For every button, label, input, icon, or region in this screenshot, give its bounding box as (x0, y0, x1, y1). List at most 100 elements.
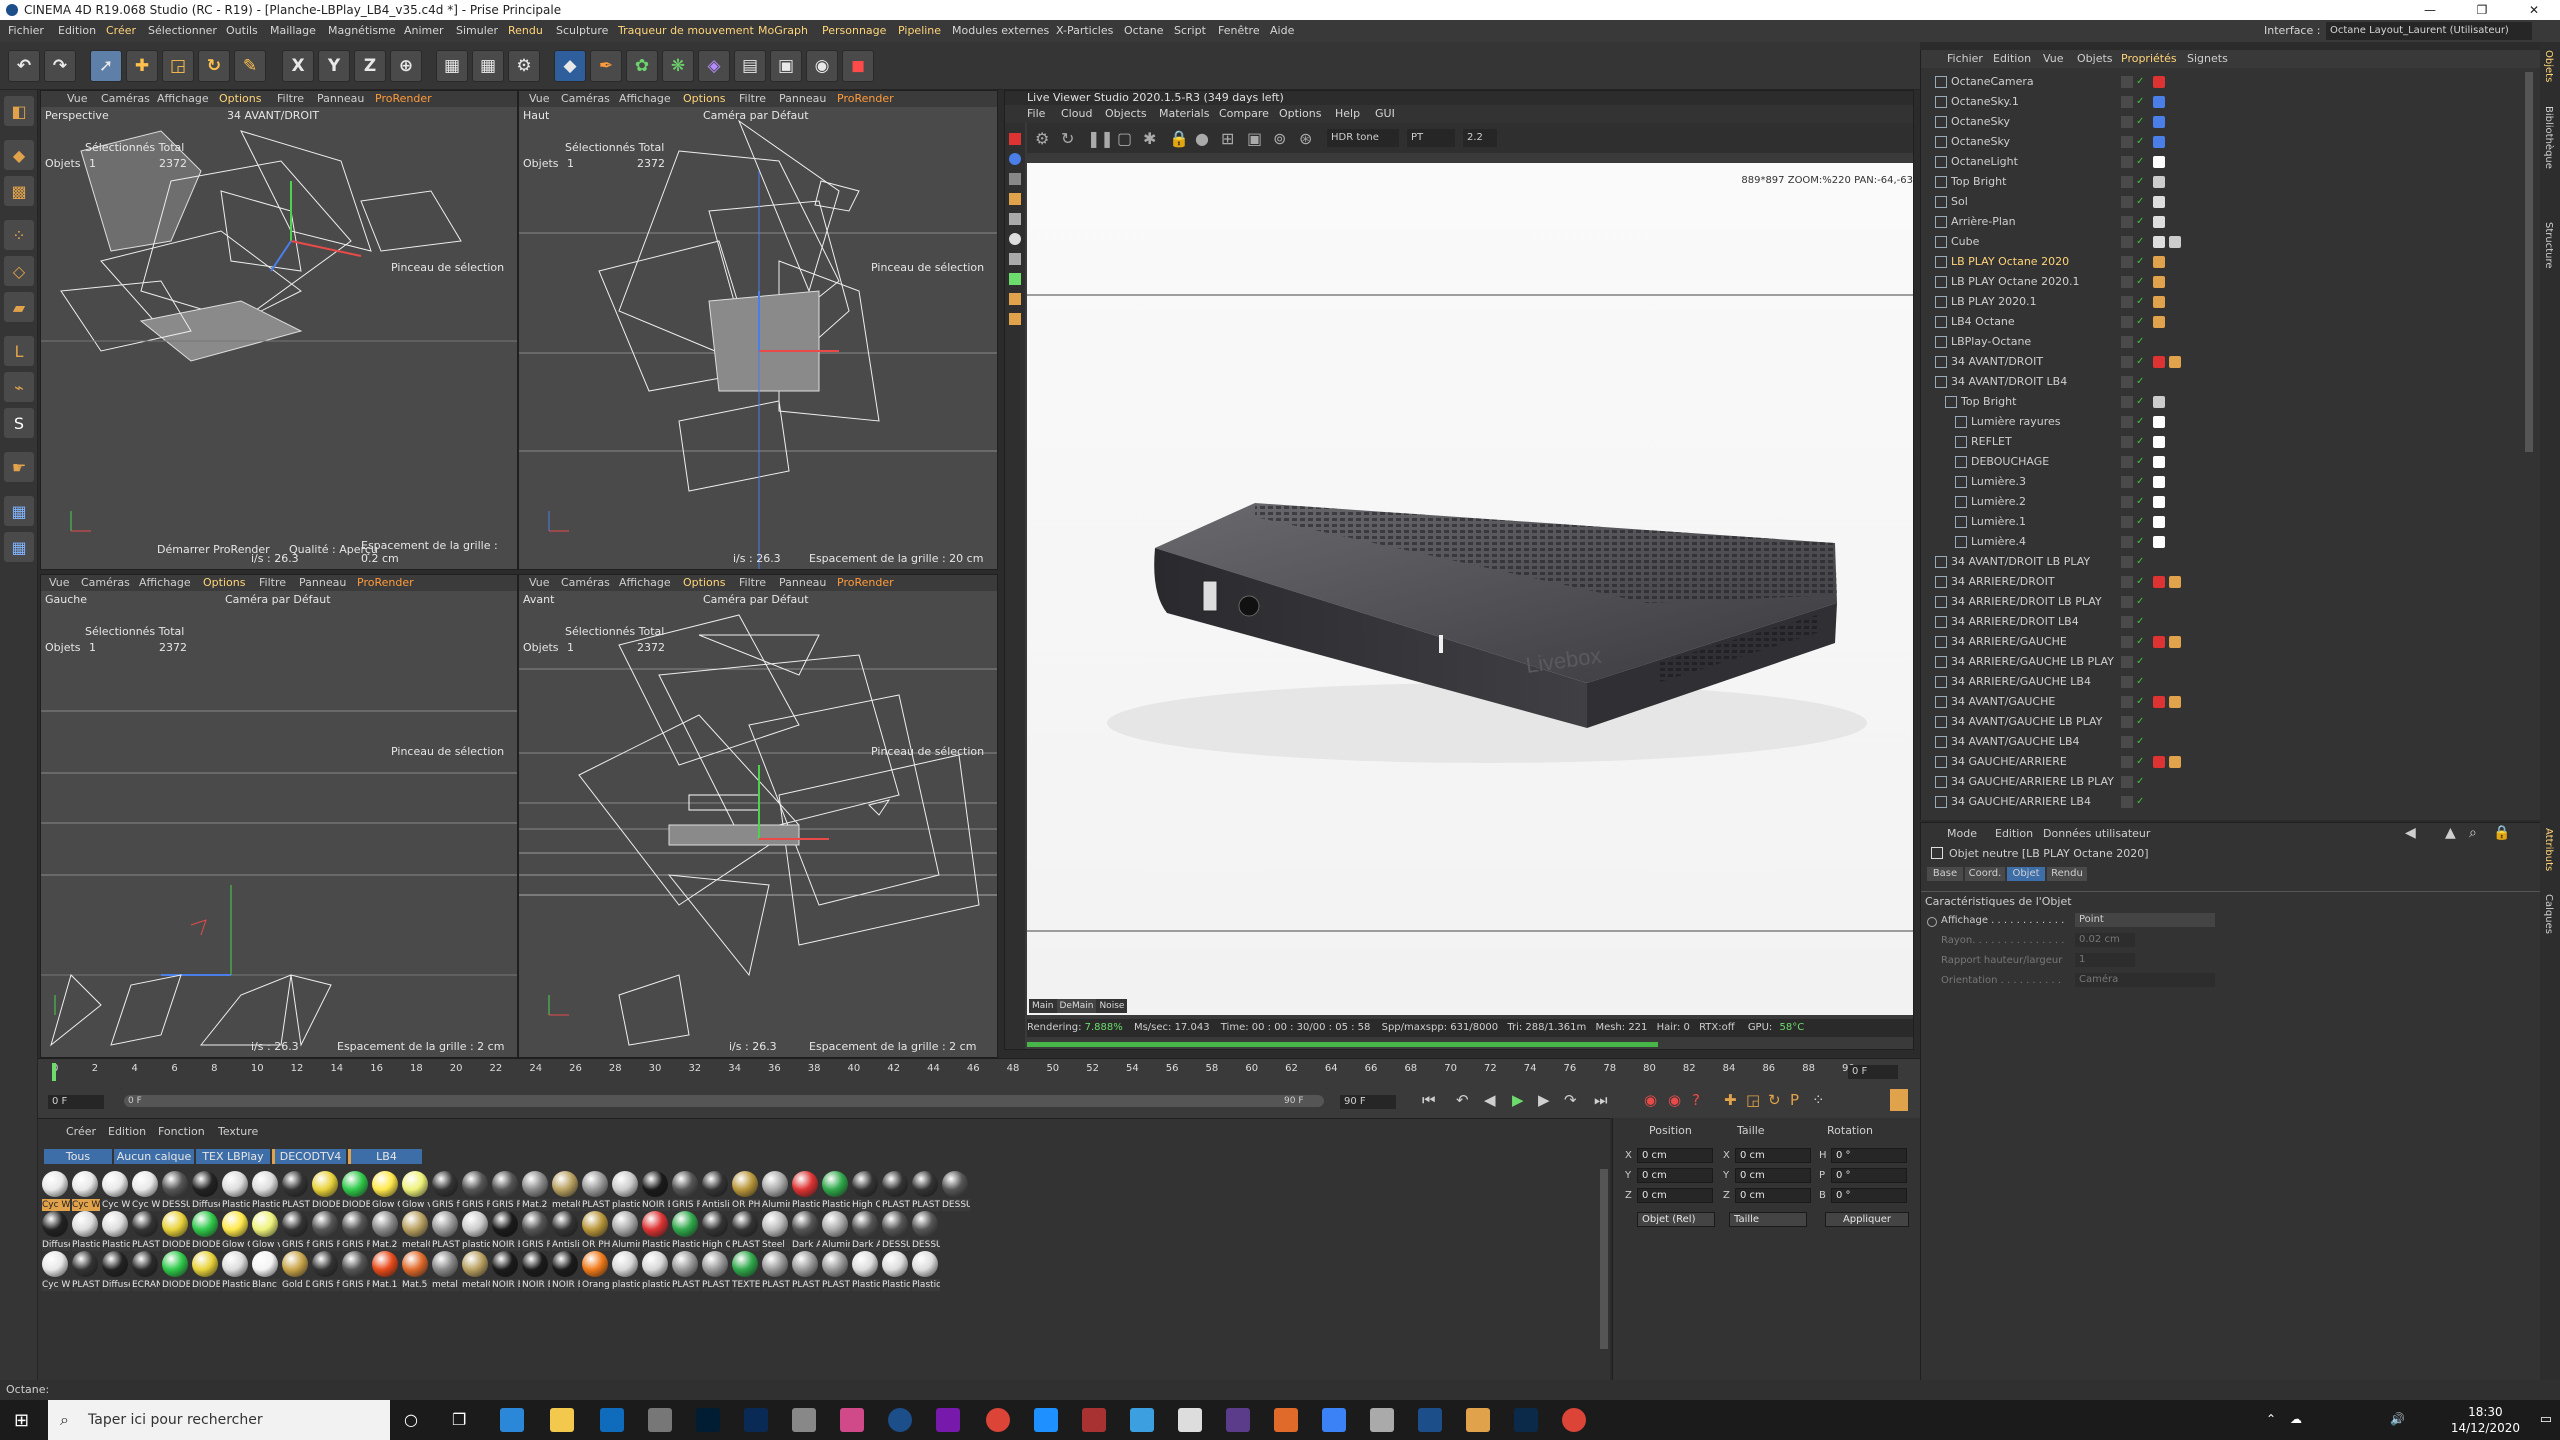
attr-menu-edition[interactable]: Edition (1995, 827, 2033, 840)
snap-icon[interactable]: ⌁ (4, 372, 34, 402)
visibility-dots-icon[interactable] (2121, 636, 2133, 648)
menu-personnage[interactable]: Personnage (822, 20, 886, 42)
enable-check-icon[interactable]: ✓ (2136, 216, 2146, 228)
material-swatch[interactable] (252, 1251, 278, 1277)
coord-pos-x[interactable]: 0 cm (1637, 1148, 1713, 1163)
object-tag-icon[interactable] (2153, 156, 2165, 168)
tray-volume-icon[interactable]: 🔊 (2390, 1412, 2405, 1426)
material-swatch[interactable] (522, 1251, 548, 1277)
visibility-dots-icon[interactable] (2121, 496, 2133, 508)
lv-sky-icon[interactable] (1009, 153, 1021, 165)
play-icon[interactable]: ▶ (1512, 1091, 1524, 1109)
material-swatch[interactable] (462, 1251, 488, 1277)
coord-mode-select[interactable]: Objet (Rel) (1637, 1212, 1715, 1227)
visibility-dots-icon[interactable] (2121, 456, 2133, 468)
object-row[interactable]: 34 AVANT/GAUCHE ✓ (1921, 692, 2540, 712)
edges-mode-icon[interactable]: ◇ (4, 256, 34, 286)
notification-icon[interactable]: ▭ (2540, 1412, 2552, 1427)
menu-fichier[interactable]: Fichier (8, 20, 44, 42)
object-name[interactable]: OctaneSky (1951, 132, 2010, 152)
key-selection-icon[interactable]: ? (1692, 1091, 1700, 1109)
mat-tab-texlbplay[interactable]: TEX LBPlay (196, 1149, 270, 1164)
menu-sculpture[interactable]: Sculpture (556, 20, 608, 42)
material-swatch[interactable] (702, 1171, 728, 1197)
enable-check-icon[interactable]: ✓ (2136, 436, 2146, 448)
timeline-ruler[interactable]: 0246810121416182022242628303234363840424… (52, 1063, 1855, 1085)
object-tag-icon[interactable] (2153, 76, 2165, 88)
visibility-dots-icon[interactable] (2121, 376, 2133, 388)
lv-menu-objects[interactable]: Objects (1105, 105, 1147, 123)
object-name[interactable]: 34 GAUCHE/ARRIERE LB PLAY (1951, 772, 2114, 792)
record-icon[interactable]: ◼ (842, 50, 874, 82)
render-view-icon[interactable]: ▦ (436, 50, 468, 82)
object-name[interactable]: LB PLAY Octane 2020 (1951, 252, 2069, 272)
material-swatch[interactable] (42, 1171, 68, 1197)
coord-rot-h[interactable]: 0 ° (1831, 1148, 1907, 1163)
attr-lock-icon[interactable]: 🔒 (2493, 825, 2510, 841)
object-tag-icon[interactable] (2153, 476, 2165, 488)
coord-pos-z[interactable]: 0 cm (1637, 1188, 1713, 1203)
object-name[interactable]: 34 ARRIERE/GAUCHE LB PLAY (1951, 652, 2114, 672)
enable-check-icon[interactable]: ✓ (2136, 116, 2146, 128)
visibility-dots-icon[interactable] (2121, 556, 2133, 568)
object-row[interactable]: LB PLAY 2020.1 ✓ (1921, 292, 2540, 312)
object-tag-icon[interactable] (2153, 436, 2165, 448)
material-swatch[interactable] (492, 1211, 518, 1237)
object-row[interactable]: 34 AVANT/GAUCHE LB4 ✓ (1921, 732, 2540, 752)
dock-tab-objets[interactable]: Objets (2543, 50, 2554, 82)
timeline-start-field[interactable]: 0 F (48, 1095, 104, 1109)
material-swatch[interactable] (192, 1211, 218, 1237)
chrome-icon-2[interactable] (1562, 1408, 1586, 1432)
visibility-dots-icon[interactable] (2121, 476, 2133, 488)
mat-tab-tous[interactable]: Tous (44, 1149, 112, 1164)
material-swatch[interactable] (372, 1171, 398, 1197)
workplane-icon[interactable]: ▦ (4, 496, 34, 526)
om-menu-fichier[interactable]: Fichier (1947, 50, 1983, 68)
material-swatch[interactable] (642, 1251, 668, 1277)
select-tool-icon[interactable]: ➚ (90, 50, 122, 82)
lv-camera-icon[interactable] (1009, 173, 1021, 185)
om-menu-objets[interactable]: Objets (2077, 50, 2113, 68)
object-name[interactable]: 34 ARRIERE/DROIT LB PLAY (1951, 592, 2102, 612)
material-swatch[interactable] (522, 1171, 548, 1197)
menu-script[interactable]: Script (1174, 20, 1206, 42)
material-swatch[interactable] (192, 1251, 218, 1277)
lv-tag-icon[interactable] (1009, 213, 1021, 225)
go-start-icon[interactable]: ⏮ (1422, 1091, 1436, 1109)
axis-mode-icon[interactable]: L (4, 336, 34, 366)
visibility-dots-icon[interactable] (2121, 736, 2133, 748)
material-swatch[interactable] (792, 1211, 818, 1237)
indesign-icon[interactable] (1082, 1408, 1106, 1432)
material-swatch[interactable] (222, 1171, 248, 1197)
object-row[interactable]: 34 GAUCHE/ARRIERE LB PLAY ✓ (1921, 772, 2540, 792)
object-tag-icon[interactable] (2153, 396, 2165, 408)
coord-rot-p[interactable]: 0 ° (1831, 1168, 1907, 1183)
object-row[interactable]: Lumière.2 ✓ (1921, 492, 2540, 512)
visibility-dots-icon[interactable] (2121, 576, 2133, 588)
material-swatch[interactable] (282, 1251, 308, 1277)
close-button[interactable]: ✕ (2508, 0, 2560, 20)
visibility-dots-icon[interactable] (2121, 756, 2133, 768)
object-row[interactable]: REFLET ✓ (1921, 432, 2540, 452)
object-row[interactable]: OctaneSky ✓ (1921, 112, 2540, 132)
object-row[interactable]: Top Bright ✓ (1921, 172, 2540, 192)
visibility-dots-icon[interactable] (2121, 216, 2133, 228)
material-swatch[interactable] (762, 1251, 788, 1277)
attr-orientation-select[interactable]: Caméra (2075, 973, 2215, 987)
cube-icon[interactable]: ◆ (554, 50, 586, 82)
enable-check-icon[interactable]: ✓ (2136, 136, 2146, 148)
outlook-icon[interactable] (600, 1408, 624, 1432)
object-row[interactable]: LBPlay-Octane ✓ (1921, 332, 2540, 352)
object-mode-icon[interactable]: ◆ (4, 140, 34, 170)
object-tag-icon[interactable] (2153, 196, 2165, 208)
timeline-max-field[interactable]: 90 F (1340, 1095, 1396, 1109)
material-swatch[interactable] (432, 1251, 458, 1277)
object-row[interactable]: 34 ARRIERE/DROIT LB4 ✓ (1921, 612, 2540, 632)
menu-octane[interactable]: Octane (1124, 20, 1164, 42)
object-tag-icon[interactable] (2169, 636, 2181, 648)
app-icon-4[interactable] (1034, 1408, 1058, 1432)
vp1-camera[interactable]: 34 AVANT/DROIT (227, 109, 319, 122)
material-swatch[interactable] (312, 1171, 338, 1197)
object-tag-icon[interactable] (2153, 216, 2165, 228)
object-row[interactable]: 34 AVANT/DROIT LB PLAY ✓ (1921, 552, 2540, 572)
